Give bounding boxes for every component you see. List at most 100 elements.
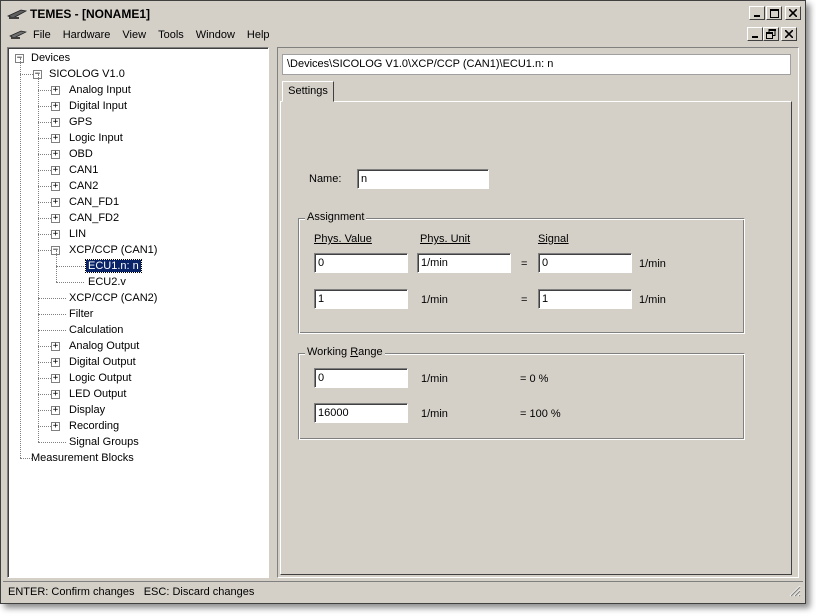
document-icon[interactable]	[9, 29, 28, 41]
range-max-unit: 1/min	[421, 408, 448, 420]
minimize-button[interactable]	[749, 6, 765, 20]
tree-item[interactable]: CAN_FD1	[67, 194, 121, 210]
tree-connector	[38, 346, 51, 347]
expand-icon[interactable]: +	[51, 102, 60, 111]
tree-sicolog[interactable]: SICOLOG V1.0	[47, 66, 127, 82]
tree-connector	[38, 426, 51, 427]
tree-item-label: Digital Input	[69, 100, 128, 112]
signal-1-input[interactable]: 0	[538, 253, 632, 273]
tree-item[interactable]: Logic Output	[67, 370, 133, 386]
tree-item-label: Logic Input	[69, 132, 123, 144]
menu-tools[interactable]: Tools	[152, 29, 190, 41]
tree-connector	[38, 378, 51, 379]
tree-item-label: XCP/CCP (CAN2)	[69, 292, 158, 304]
resize-grip-icon[interactable]	[789, 585, 801, 600]
tree-item-label: Display	[69, 404, 106, 416]
title-bar[interactable]: TEMES - [NONAME1]	[3, 3, 803, 24]
path-field[interactable]: \Devices\SICOLOG V1.0\XCP/CCP (CAN1)\ECU…	[282, 54, 791, 75]
phys-unit-input[interactable]: 1/min	[417, 253, 511, 273]
phys-value-2-input[interactable]: 1	[314, 289, 408, 309]
expand-icon[interactable]: +	[51, 342, 60, 351]
tree-connector	[38, 74, 39, 442]
expand-icon[interactable]: +	[51, 150, 60, 159]
name-input[interactable]: n	[357, 169, 489, 189]
tree-connector	[38, 122, 51, 123]
tree-item-label: LIN	[69, 228, 87, 240]
device-tree[interactable]: − Devices − SICOLOG V1.0 + Analog Input + Digit…	[7, 47, 269, 578]
expand-icon[interactable]: +	[51, 230, 60, 239]
tree-item[interactable]: Analog Input	[67, 82, 133, 98]
minimize-icon	[752, 36, 758, 38]
tree-item-label: CAN2	[69, 180, 99, 192]
expand-icon[interactable]: +	[51, 182, 60, 191]
mdi-close-button[interactable]	[781, 27, 797, 41]
phys-value-1-input[interactable]: 0	[314, 253, 408, 273]
tree-item[interactable]: Digital Input	[67, 98, 129, 114]
tree-item[interactable]: CAN_FD2	[67, 210, 121, 226]
tree-item[interactable]: Logic Input	[67, 130, 125, 146]
expand-icon[interactable]: +	[51, 198, 60, 207]
menu-window[interactable]: Window	[190, 29, 241, 41]
expand-icon[interactable]: +	[51, 374, 60, 383]
tree-item[interactable]: LED Output	[67, 386, 128, 402]
tree-item[interactable]: XCP/CCP (CAN2)	[67, 290, 159, 306]
tree-connector	[20, 74, 33, 75]
range-min-percent: = 0 %	[520, 373, 549, 385]
expand-icon[interactable]: +	[51, 422, 60, 431]
settings-page: Name: n Assignment Phys. Value Phys. Uni…	[280, 101, 792, 575]
tree-item[interactable]: Digital Output	[67, 354, 138, 370]
menu-view[interactable]: View	[116, 29, 152, 41]
expand-icon[interactable]: +	[51, 86, 60, 95]
name-label: Name:	[309, 173, 342, 185]
tree-item-child[interactable]: ECU1.n: n	[85, 258, 142, 274]
tree-item[interactable]: Recording	[67, 418, 121, 434]
expand-icon[interactable]: +	[51, 358, 60, 367]
mdi-restore-button[interactable]	[763, 27, 779, 41]
maximize-button[interactable]	[766, 6, 782, 20]
expand-icon[interactable]: +	[51, 406, 60, 415]
tree-connector	[38, 202, 51, 203]
tree-connector	[38, 314, 66, 315]
tree-connector	[38, 170, 51, 171]
tree-item[interactable]: GPS	[67, 114, 94, 130]
phys-unit-header: Phys. Unit	[420, 233, 471, 245]
range-max-input[interactable]: 16000	[314, 403, 408, 423]
signal-2-input[interactable]: 1	[538, 289, 632, 309]
range-max-percent: = 100 %	[520, 408, 561, 420]
tree-item[interactable]: XCP/CCP (CAN1)	[67, 242, 159, 258]
tree-measurement-blocks-label: Measurement Blocks	[31, 452, 134, 464]
working-range-title: Working Range	[305, 346, 385, 358]
tree-item-child[interactable]: ECU2.v	[86, 274, 128, 290]
menu-hardware[interactable]: Hardware	[57, 29, 117, 41]
tree-item[interactable]: Calculation	[67, 322, 125, 338]
tree-item[interactable]: Analog Output	[67, 338, 141, 354]
tree-item-label: CAN_FD2	[69, 212, 120, 224]
signal-header: Signal	[538, 233, 569, 245]
expand-icon[interactable]: +	[51, 166, 60, 175]
range-min-input[interactable]: 0	[314, 368, 408, 388]
tree-devices[interactable]: Devices	[29, 50, 72, 66]
menu-help[interactable]: Help	[241, 29, 276, 41]
signal-unit-label: 1/min	[639, 258, 666, 270]
tree-item[interactable]: Filter	[67, 306, 95, 322]
mdi-minimize-button[interactable]	[747, 27, 763, 41]
maximize-icon	[769, 8, 779, 18]
app-icon	[6, 7, 28, 21]
tree-item[interactable]: Display	[67, 402, 107, 418]
tree-item-label: GPS	[69, 116, 93, 128]
tree-measurement-blocks[interactable]: Measurement Blocks	[29, 450, 136, 466]
tree-item[interactable]: Signal Groups	[67, 434, 141, 450]
phys-unit-label: 1/min	[421, 294, 448, 306]
expand-icon[interactable]: +	[51, 390, 60, 399]
tree-item[interactable]: OBD	[67, 146, 95, 162]
tree-item[interactable]: CAN2	[67, 178, 100, 194]
expand-icon[interactable]: +	[51, 134, 60, 143]
expand-icon[interactable]: +	[51, 118, 60, 127]
close-button[interactable]	[785, 6, 801, 20]
expand-icon[interactable]: +	[51, 214, 60, 223]
tab-settings[interactable]: Settings	[282, 81, 334, 102]
tree-item[interactable]: LIN	[67, 226, 88, 242]
tree-item[interactable]: CAN1	[67, 162, 100, 178]
tree-item-child-label: ECU1.n: n	[85, 259, 142, 273]
menu-file[interactable]: File	[27, 29, 57, 41]
